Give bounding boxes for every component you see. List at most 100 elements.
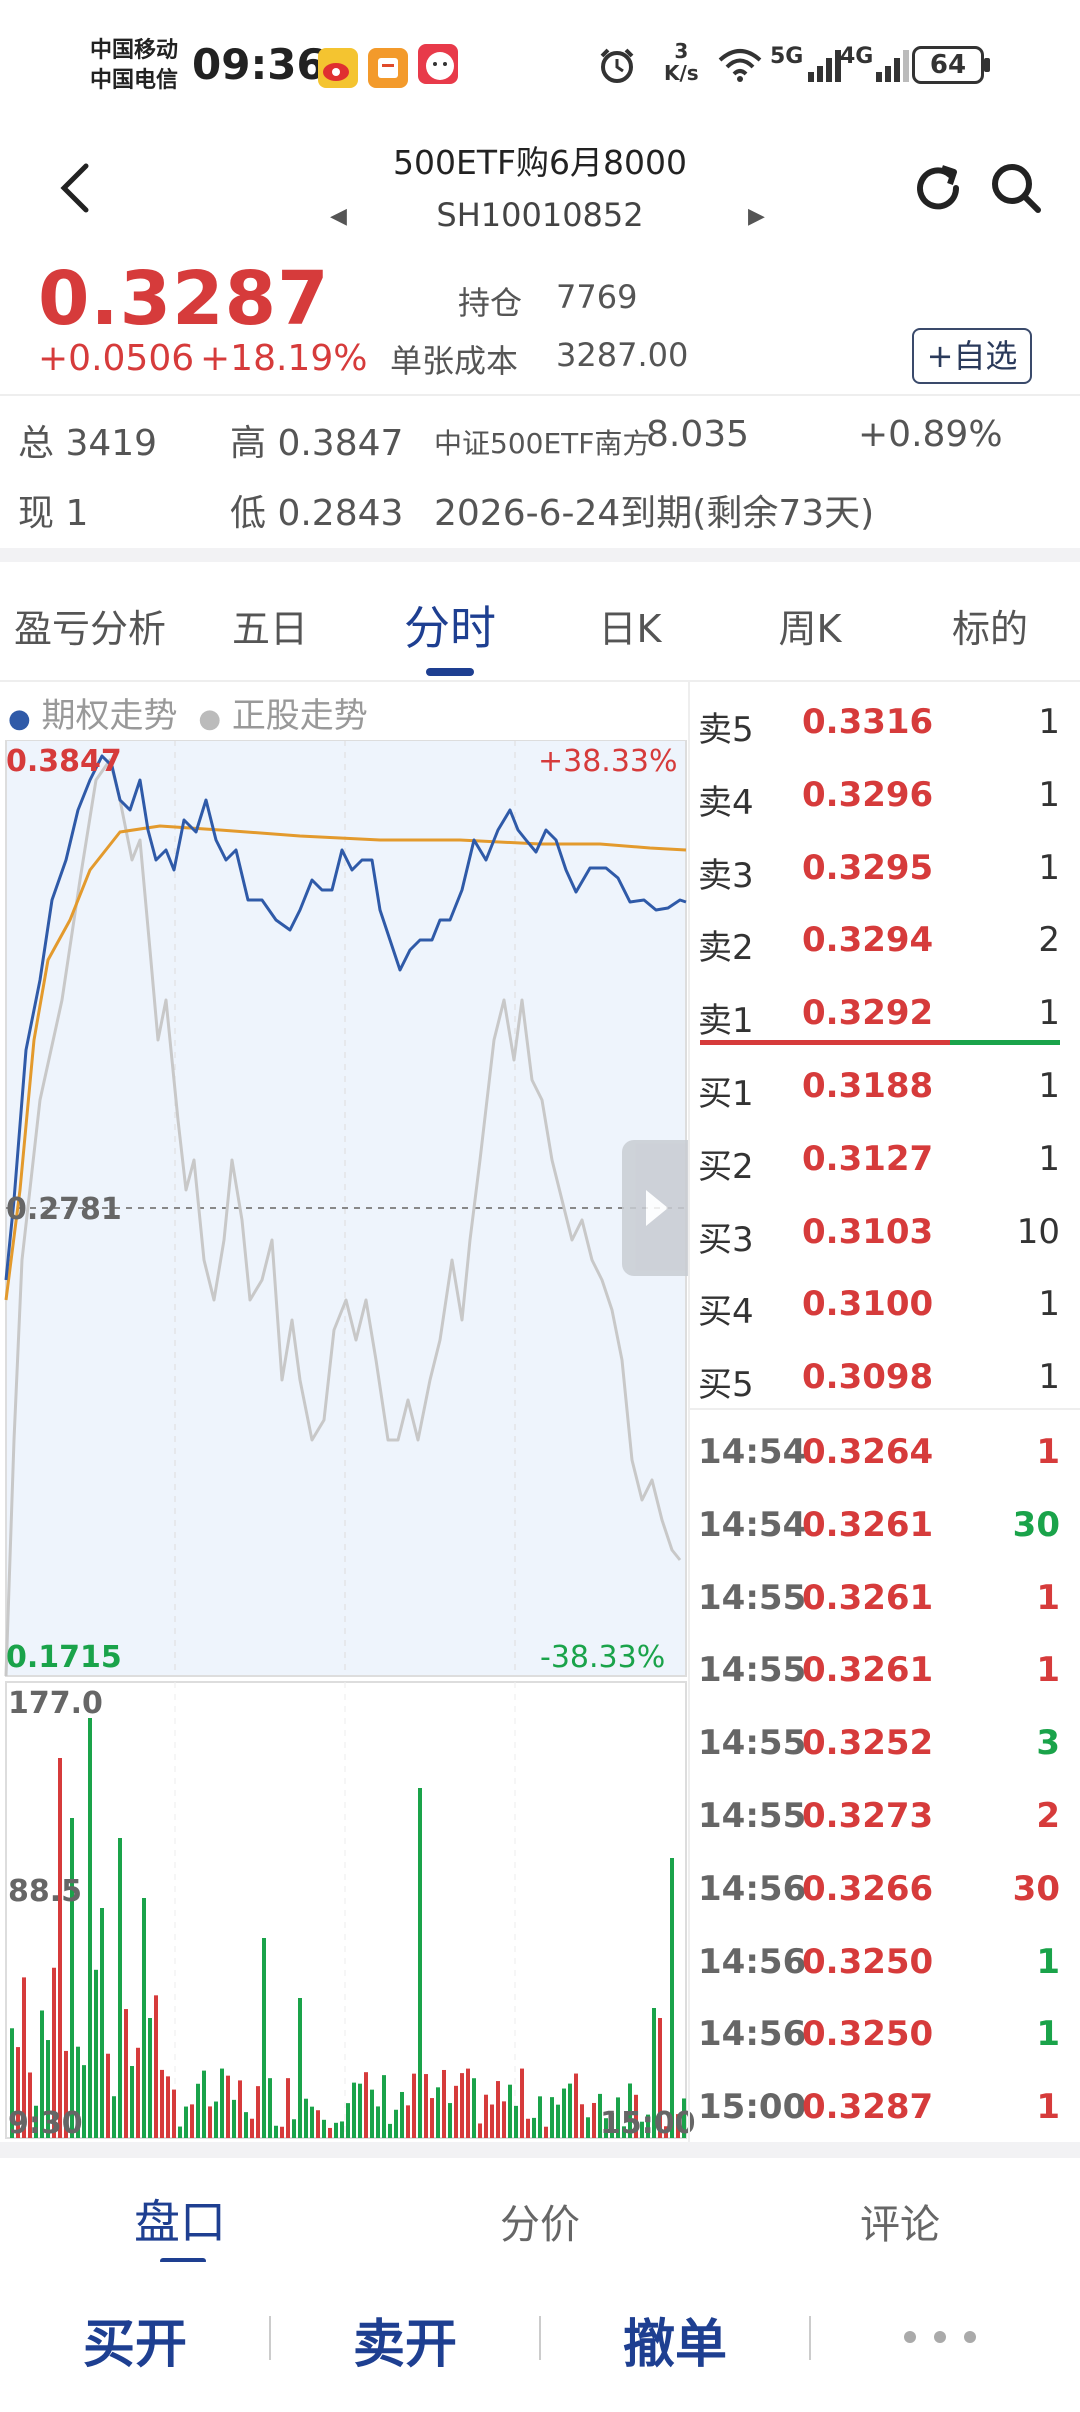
bid-row[interactable]: 买2 0.3127 1: [690, 1125, 1080, 1195]
refresh-icon: [917, 165, 960, 210]
volume-bar: [178, 2126, 182, 2138]
alarm-icon: [596, 44, 638, 90]
level-volume: 1: [1038, 993, 1060, 1034]
buy-open-button[interactable]: 买开: [20, 2302, 250, 2377]
volume-bar: [286, 2078, 290, 2138]
chart-max-price: 0.3847: [6, 744, 122, 779]
level-label: 买4: [698, 1292, 754, 1333]
volume-bar: [370, 2089, 374, 2138]
signal-5g: 5G: [770, 44, 803, 69]
volume-bar: [58, 1758, 62, 2138]
underlying-price: 8.035: [646, 414, 750, 455]
legend-option-label[interactable]: 期权走势: [42, 696, 178, 736]
ask-row[interactable]: 卖4 0.3296 1: [690, 761, 1080, 831]
tab-weekly-k[interactable]: 周K: [720, 598, 900, 653]
chart-legend: ● 期权走势 ● 正股走势: [8, 688, 368, 737]
tick-time: 14:55: [698, 1723, 807, 1764]
volume-bar: [214, 2101, 218, 2138]
next-contract-button[interactable]: ▶: [748, 204, 765, 229]
volume-bar: [136, 2047, 140, 2138]
volume-bar: [484, 2094, 488, 2138]
level-price: 0.3103: [802, 1211, 934, 1252]
battery-icon: 64: [912, 46, 984, 84]
total-volume: 总 3419: [18, 423, 158, 464]
volume-bar: [382, 2075, 386, 2138]
carrier-2: 中国电信: [90, 68, 179, 93]
ask-row[interactable]: 卖1 0.3292 1: [690, 979, 1080, 1049]
volume-bar: [196, 2083, 200, 2138]
tick-time: 15:00: [698, 2087, 807, 2128]
cancel-order-button[interactable]: 撤单: [560, 2302, 790, 2377]
action-separator: [269, 2316, 271, 2360]
ask-row[interactable]: 卖3 0.3295 1: [690, 834, 1080, 904]
tick-row: 14:55 0.3261 1: [690, 1636, 1080, 1706]
tab-comments[interactable]: 评论: [780, 2192, 1020, 2250]
level-price: 0.3296: [802, 774, 934, 815]
action-separator: [809, 2316, 811, 2360]
tick-price: 0.3261: [802, 1504, 934, 1545]
signal-bars-2-icon: [874, 48, 910, 88]
high-price: 高 0.3847: [230, 423, 404, 464]
volume-bar: [172, 2089, 176, 2138]
tab-five-day[interactable]: 五日: [180, 598, 360, 653]
volume-bar: [502, 2101, 506, 2138]
tick-price: 0.3261: [802, 1577, 934, 1618]
tick-price: 0.3264: [802, 1432, 934, 1472]
time-end-label: 15:00: [600, 2106, 696, 2141]
tick-row: 15:00 0.3287 1: [690, 2073, 1080, 2143]
bid-row[interactable]: 买3 0.3103 10: [690, 1198, 1080, 1268]
ask-bar: [700, 1040, 950, 1045]
refresh-button[interactable]: [910, 160, 966, 220]
tick-volume: 1: [1036, 1577, 1060, 1618]
tick-price: 0.3250: [802, 1941, 934, 1982]
volume-bar: [220, 2068, 224, 2138]
volume-bar: [334, 2122, 338, 2138]
tick-price: 0.3252: [802, 1723, 934, 1764]
search-button[interactable]: [988, 160, 1044, 220]
volume-bar: [280, 2126, 284, 2138]
ask-row[interactable]: 卖2 0.3294 2: [690, 906, 1080, 976]
legend-stock-label[interactable]: 正股走势: [232, 696, 368, 736]
volume-bar: [304, 2098, 308, 2138]
tab-pnl-analysis[interactable]: 盈亏分析: [0, 598, 180, 653]
tab-order-book[interactable]: 盘口: [60, 2186, 300, 2252]
sell-open-button[interactable]: 卖开: [290, 2302, 520, 2377]
low-price: 低 0.2843: [230, 493, 404, 534]
tab-price-distribution[interactable]: 分价: [420, 2192, 660, 2250]
add-watchlist-button[interactable]: +自选: [912, 328, 1032, 384]
ask-row[interactable]: 卖5 0.3316 1: [690, 688, 1080, 758]
hold-label: 持仓: [458, 284, 523, 322]
tick-time: 14:56: [698, 2014, 807, 2055]
volume-bar: [250, 2118, 254, 2138]
net-speed: 3 K/s: [664, 40, 699, 84]
intraday-chart[interactable]: [0, 740, 690, 2140]
bid-row[interactable]: 买1 0.3188 1: [690, 1052, 1080, 1122]
volume-bar: [142, 1898, 146, 2138]
more-button[interactable]: [880, 2322, 1000, 2356]
tab-intraday[interactable]: 分时: [360, 592, 540, 658]
level-price: 0.3316: [802, 702, 934, 742]
tick-price: 0.3273: [802, 1796, 934, 1836]
volume-bar: [562, 2088, 566, 2138]
signal-4g: 4G: [840, 44, 873, 69]
more-dots-icon: [904, 2331, 976, 2343]
mascot-app-icon: [418, 44, 458, 84]
weibo-icon: [318, 48, 358, 88]
level-volume: 1: [1038, 1066, 1060, 1106]
volume-bar: [424, 2074, 428, 2138]
level-price: 0.3292: [802, 993, 934, 1034]
tab-underlying[interactable]: 标的: [900, 598, 1080, 653]
volume-bar: [322, 2119, 326, 2138]
volume-bar: [592, 2102, 596, 2138]
tick-time: 14:55: [698, 1650, 807, 1691]
volume-bar: [148, 2018, 152, 2138]
volume-bar: [472, 2078, 476, 2138]
bid-row[interactable]: 买4 0.3100 1: [690, 1270, 1080, 1340]
signal-bars-1-icon: [806, 48, 842, 88]
tab-daily-k[interactable]: 日K: [540, 598, 720, 653]
collapse-panel-handle[interactable]: [622, 1140, 688, 1276]
volume-bar: [358, 2083, 362, 2138]
volume-bar: [70, 1818, 74, 2138]
bid-row[interactable]: 买5 0.3098 1: [690, 1343, 1080, 1413]
level-label: 卖5: [698, 710, 754, 750]
